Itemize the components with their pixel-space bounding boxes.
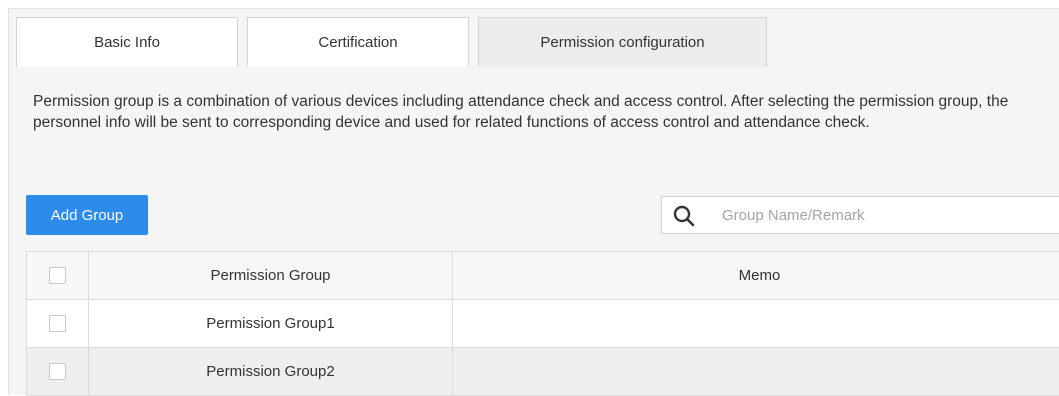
select-all-checkbox[interactable] <box>49 267 66 284</box>
permission-group-cell: Permission Group2 <box>89 348 453 396</box>
row-select-cell <box>27 348 89 396</box>
header-select-cell <box>27 252 89 300</box>
add-group-button[interactable]: Add Group <box>26 195 148 235</box>
table-row[interactable]: Permission Group1 <box>27 300 1059 348</box>
permission-description: Permission group is a combination of var… <box>33 91 1023 133</box>
column-header-permission-group: Permission Group <box>89 252 453 300</box>
table-row[interactable]: Permission Group2 <box>27 348 1059 396</box>
tab-label: Basic Info <box>94 34 160 51</box>
search-input[interactable] <box>722 197 1052 233</box>
tab-basic-info[interactable]: Basic Info <box>16 17 238 67</box>
search-icon[interactable] <box>673 205 695 227</box>
row-checkbox[interactable] <box>49 315 66 332</box>
tab-certification[interactable]: Certification <box>247 17 469 67</box>
tab-label: Permission configuration <box>540 34 704 51</box>
table-header-row: Permission Group Memo <box>27 252 1059 300</box>
row-checkbox[interactable] <box>49 363 66 380</box>
search-box <box>661 196 1059 234</box>
tab-label: Certification <box>318 34 397 51</box>
permission-group-table: Permission Group Memo Permission Group1 … <box>26 251 1059 396</box>
permission-group-cell: Permission Group1 <box>89 300 453 348</box>
memo-cell <box>453 348 1059 396</box>
column-header-memo: Memo <box>453 252 1059 300</box>
memo-cell <box>453 300 1059 348</box>
row-select-cell <box>27 300 89 348</box>
tab-permission-configuration[interactable]: Permission configuration <box>478 17 767 67</box>
add-group-label: Add Group <box>51 207 124 224</box>
